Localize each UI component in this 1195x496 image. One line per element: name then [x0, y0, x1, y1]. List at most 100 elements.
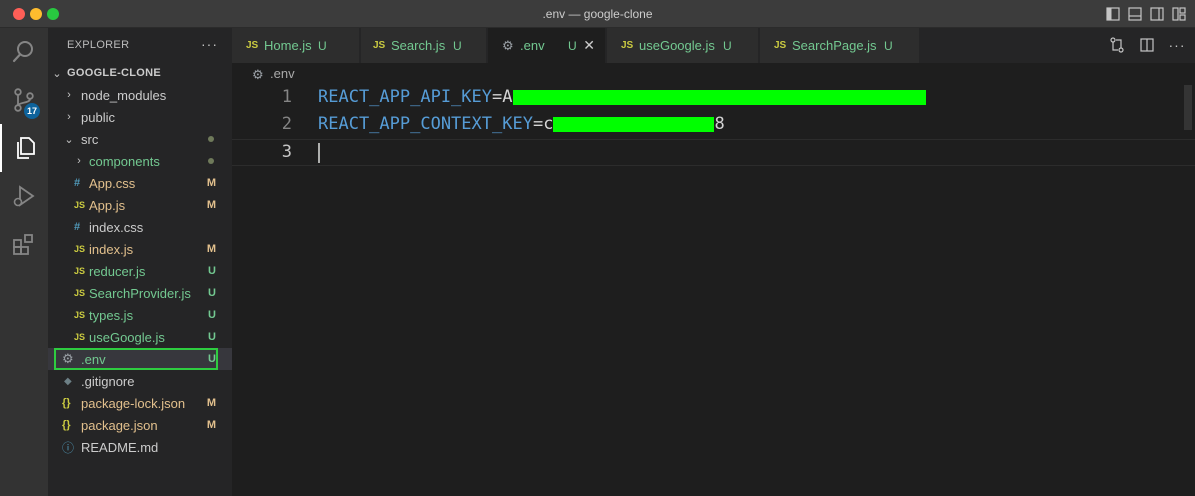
line-number: 3 [281, 142, 292, 162]
editor-tabs: JS Home.js U JS Search.js U ⚙ .env U ✕ J… [232, 28, 1195, 63]
extensions-icon[interactable] [0, 220, 48, 268]
tree-item-readme-md[interactable]: ⓘ README.md [48, 436, 232, 458]
open-changes-icon[interactable] [1109, 37, 1125, 53]
explorer-header: EXPLORER ··· [48, 28, 232, 62]
run-debug-icon[interactable] [0, 172, 48, 220]
info-icon: ⓘ [62, 440, 75, 455]
tree-item-app-css[interactable]: # App.css M [48, 172, 232, 194]
tree-item-index-css[interactable]: # index.css [48, 216, 232, 238]
customize-layout-icon[interactable] [1171, 6, 1187, 22]
line-number: 2 [281, 114, 292, 134]
redaction-box [512, 89, 926, 105]
toggle-primary-sidebar-icon[interactable] [1105, 6, 1121, 22]
chevron-right-icon: › [67, 111, 71, 123]
tab-searchpage-js[interactable]: JS SearchPage.js U [760, 28, 920, 63]
tree-item-usegoogle-js[interactable]: JS useGoogle.js U [48, 326, 232, 348]
css-file-icon: # [74, 177, 81, 189]
chevron-down-icon: ⌄ [64, 133, 74, 146]
more-actions-icon[interactable]: ··· [201, 36, 218, 52]
root-folder-label: GOOGLE-CLONE [67, 67, 162, 79]
toggle-panel-icon[interactable] [1127, 6, 1143, 22]
line-content: REACT_APP_CONTEXT_KEY=c 8 [318, 114, 725, 134]
git-status-badge: U [208, 331, 216, 343]
redaction-box [553, 116, 715, 132]
search-icon[interactable] [0, 28, 48, 76]
tree-item-gitignore[interactable]: ◆ .gitignore [48, 370, 232, 392]
tree-item-reducer-js[interactable]: JS reducer.js U [48, 260, 232, 282]
editor-scrollbar[interactable] [1181, 85, 1195, 496]
env-value-prefix: c [543, 114, 554, 134]
env-value-prefix: A [502, 87, 513, 107]
code-editor[interactable]: 1 REACT_APP_API_KEY=A 2 REACT_APP_CONTEX… [232, 85, 1195, 496]
explorer-icon[interactable] [0, 124, 48, 172]
title-bar: .env — google-clone [0, 0, 1195, 28]
more-actions-icon[interactable]: ··· [1169, 37, 1185, 53]
tree-item-app-js[interactable]: JS App.js M [48, 194, 232, 216]
js-file-icon: JS [74, 266, 86, 276]
tree-item-label: .env [81, 351, 106, 367]
tree-item-node-modules[interactable]: › node_modules [48, 84, 232, 106]
activity-bar: 17 [0, 28, 48, 496]
tree-item-label: App.css [89, 175, 136, 191]
tree-item-public[interactable]: › public [48, 106, 232, 128]
tab-status: U [453, 38, 462, 53]
tree-item-package-lock-json[interactable]: {} package-lock.json M [48, 392, 232, 414]
toggle-secondary-sidebar-icon[interactable] [1149, 6, 1165, 22]
tab-home-js[interactable]: JS Home.js U [232, 28, 360, 63]
tab-search-js[interactable]: JS Search.js U [361, 28, 487, 63]
tree-item-label: components [89, 153, 160, 169]
git-status-badge: U [208, 265, 216, 277]
tab-status: U [568, 38, 577, 53]
chevron-right-icon: › [67, 89, 71, 101]
tree-item-package-json[interactable]: {} package.json M [48, 414, 232, 436]
tree-item-index-js[interactable]: JS index.js M [48, 238, 232, 260]
js-file-icon: JS [373, 40, 386, 51]
tree-item-label: index.js [89, 241, 134, 257]
text-cursor [318, 143, 320, 163]
window-title: .env — google-clone [542, 7, 653, 21]
line-content: REACT_APP_API_KEY=A [318, 87, 926, 107]
tab-env[interactable]: ⚙ .env U ✕ [488, 28, 606, 63]
tree-item-components[interactable]: › components [48, 150, 232, 172]
tree-item-label: .gitignore [81, 373, 135, 389]
tab-label: Search.js [391, 38, 446, 53]
equals-sign: = [492, 87, 503, 107]
split-editor-icon[interactable] [1139, 37, 1155, 53]
close-icon[interactable]: ✕ [583, 37, 595, 54]
tree-item-label: index.css [89, 219, 144, 235]
tree-item-label: package.json [81, 417, 158, 433]
tree-root-google-clone[interactable]: ⌄ GOOGLE-CLONE [48, 62, 232, 84]
breadcrumb-file[interactable]: .env [270, 66, 295, 81]
gear-icon: ⚙ [62, 351, 74, 366]
tree-item-src[interactable]: ⌄ src [48, 128, 232, 150]
tree-item-types-js[interactable]: JS types.js U [48, 304, 232, 326]
tree-item-searchprovider-js[interactable]: JS SearchProvider.js U [48, 282, 232, 304]
tree-item-label: SearchProvider.js [89, 285, 191, 301]
env-key: REACT_APP_API_KEY [318, 87, 492, 107]
scrollbar-thumb[interactable] [1184, 85, 1192, 130]
js-file-icon: JS [74, 332, 86, 342]
tree-item-label: reducer.js [89, 263, 146, 279]
chevron-right-icon: › [77, 155, 81, 167]
equals-sign: = [532, 114, 544, 134]
code-line: 2 REACT_APP_CONTEXT_KEY=c 8 [232, 112, 1195, 139]
git-status-badge: M [206, 177, 216, 189]
json-file-icon: {} [62, 397, 71, 409]
tab-status: U [318, 38, 327, 53]
tab-label: SearchPage.js [792, 38, 877, 53]
tree-item-env[interactable]: ⚙ .env U [48, 348, 232, 370]
tab-usegoogle-js[interactable]: JS useGoogle.js U [607, 28, 759, 63]
chevron-down-icon: ⌄ [52, 67, 62, 80]
gear-icon: ⚙ [252, 67, 264, 82]
explorer-sidebar: EXPLORER ··· ⌄ GOOGLE-CLONE › node_modul… [48, 28, 232, 496]
css-file-icon: # [74, 221, 81, 233]
source-control-badge: 17 [24, 103, 41, 119]
js-file-icon: JS [74, 288, 86, 298]
tab-label: .env [520, 38, 545, 53]
git-status-badge: U [208, 353, 216, 365]
git-status-badge: M [206, 199, 216, 211]
tab-status: U [884, 38, 893, 53]
tree-item-label: node_modules [81, 87, 167, 103]
js-file-icon: JS [74, 200, 86, 210]
source-control-icon[interactable]: 17 [0, 76, 48, 124]
